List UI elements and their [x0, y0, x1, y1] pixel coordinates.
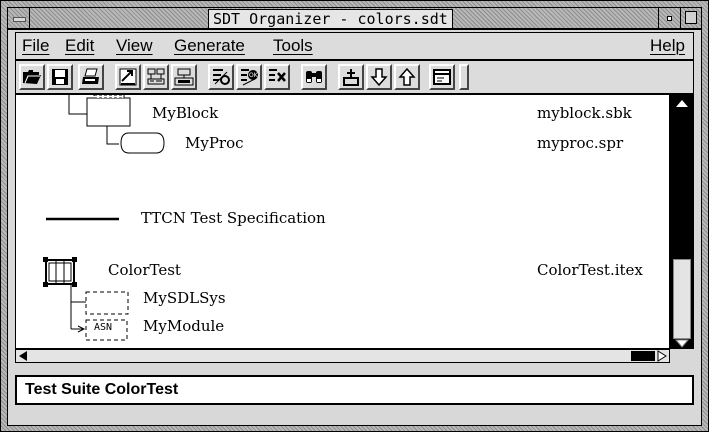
- toolbar-overflow-button[interactable]: [459, 64, 469, 90]
- print-button[interactable]: [78, 64, 104, 90]
- tree-item-mysdlsys[interactable]: MySDLSys: [143, 289, 226, 307]
- save-icon: [52, 69, 68, 85]
- window-menu-icon: [13, 17, 26, 22]
- remove-button[interactable]: [264, 64, 290, 90]
- minimize-icon: [667, 16, 672, 21]
- move-up-button[interactable]: [394, 64, 420, 90]
- tree-item-ttcn-test-specification[interactable]: TTCN Test Specification: [141, 209, 326, 227]
- application-window: SDT Organizer - colors.sdt File Edit Vie…: [0, 0, 709, 432]
- move-up-icon: [398, 67, 416, 86]
- menu-generate[interactable]: Generate: [174, 36, 245, 56]
- print-icon: [82, 68, 99, 84]
- scroll-down-icon: [674, 339, 690, 348]
- menu-view[interactable]: View: [116, 36, 153, 56]
- diagram-icon: [174, 68, 194, 86]
- find-button[interactable]: [301, 64, 327, 90]
- file-myblock: myblock.sbk: [537, 104, 632, 122]
- horizontal-scroll-thumb[interactable]: [631, 351, 655, 361]
- open-folder-icon: [23, 70, 41, 84]
- move-down-icon: [370, 68, 388, 87]
- menu-bar: File Edit View Generate Tools Help: [15, 32, 694, 60]
- connect-icon: [119, 68, 137, 86]
- analyze-button[interactable]: [208, 64, 234, 90]
- main-area: File Edit View Generate Tools Help OK AS…: [7, 29, 702, 426]
- window-button[interactable]: [429, 64, 455, 90]
- move-down-button[interactable]: [366, 64, 392, 90]
- save-button[interactable]: [47, 64, 73, 90]
- window-icon: [433, 69, 451, 85]
- status-bar: Test Suite ColorTest: [15, 375, 694, 405]
- scroll-up-icon: [676, 100, 688, 107]
- file-colortest: ColorTest.itex: [537, 261, 643, 279]
- tree-item-colortest[interactable]: ColorTest: [108, 261, 181, 279]
- menu-file[interactable]: File: [22, 36, 49, 56]
- edit-button[interactable]: [143, 64, 169, 90]
- maximize-icon: [685, 11, 697, 24]
- minimize-button[interactable]: [658, 8, 680, 28]
- connect-button[interactable]: [115, 64, 141, 90]
- add-button[interactable]: [338, 64, 364, 90]
- organizer-tree-view[interactable]: ASN MyBlock myblock.sbk MyProc myproc.sp…: [15, 94, 670, 349]
- test-suite-icon: [43, 257, 77, 287]
- horizontal-scrollbar[interactable]: [15, 349, 670, 363]
- remove-icon: [269, 69, 286, 82]
- title-bar[interactable]: SDT Organizer - colors.sdt: [7, 7, 702, 29]
- scroll-right-icon: [657, 350, 667, 362]
- window-title: SDT Organizer - colors.sdt: [208, 9, 453, 29]
- validate-button[interactable]: OK: [236, 64, 262, 90]
- open-button[interactable]: [19, 64, 45, 90]
- diagram-button[interactable]: [171, 64, 197, 90]
- tree-item-mymodule[interactable]: MyModule: [143, 317, 224, 335]
- tree-item-myblock[interactable]: MyBlock: [152, 104, 218, 122]
- edit-icon: [147, 68, 165, 85]
- vertical-scrollbar[interactable]: [670, 94, 694, 349]
- vertical-scroll-thumb[interactable]: [673, 259, 691, 339]
- maximize-button[interactable]: [680, 8, 701, 28]
- toolbar: OK: [15, 60, 694, 94]
- validate-icon: OK: [241, 69, 259, 86]
- window-menu-button[interactable]: [8, 8, 30, 28]
- tree-item-myproc[interactable]: MyProc: [185, 134, 244, 152]
- file-myproc: myproc.spr: [537, 134, 624, 152]
- find-icon: [306, 71, 322, 83]
- analyze-icon: [213, 69, 230, 85]
- menu-help[interactable]: Help: [650, 36, 685, 56]
- scroll-left-icon: [19, 351, 27, 361]
- add-icon: [343, 69, 359, 86]
- svg-text:OK: OK: [249, 72, 259, 79]
- asn-label: ASN: [94, 322, 113, 333]
- menu-edit[interactable]: Edit: [65, 36, 94, 56]
- menu-tools[interactable]: Tools: [273, 36, 313, 56]
